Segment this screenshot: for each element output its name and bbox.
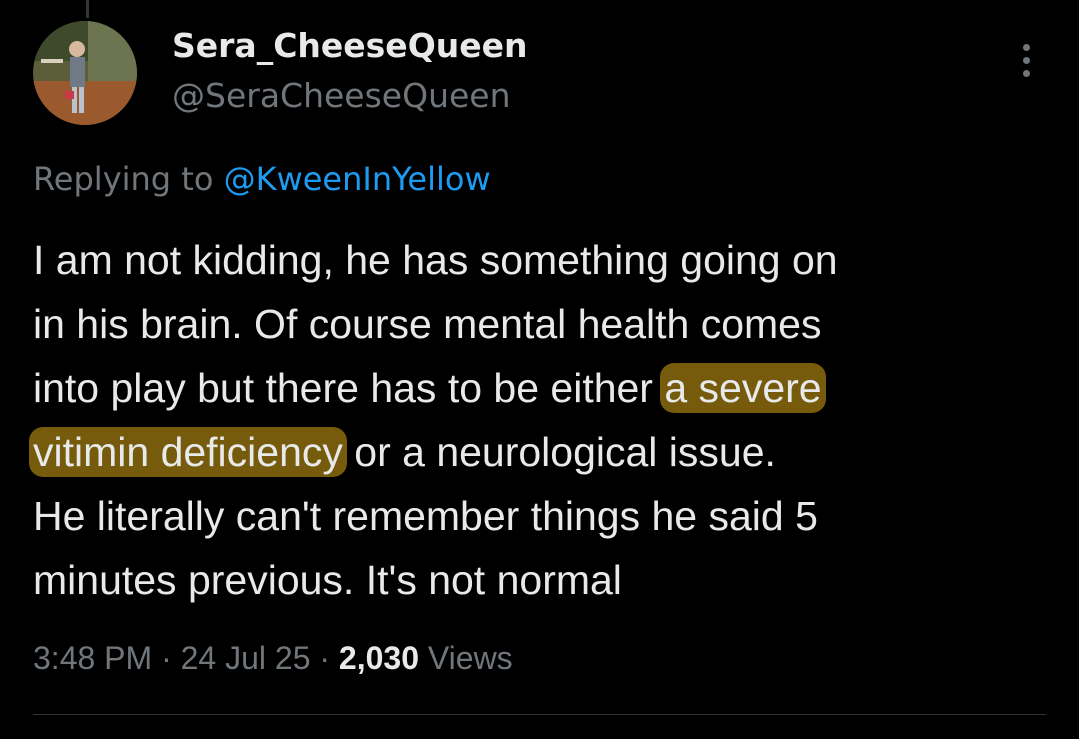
replying-prefix: Replying to xyxy=(33,160,224,198)
tweet-text-line: into play but there has to be either a s… xyxy=(33,356,1053,420)
divider xyxy=(33,714,1046,715)
dot xyxy=(1022,44,1030,51)
avatar-photo xyxy=(33,21,137,125)
views-count: 2,030 xyxy=(338,640,419,676)
tweet-text-line: vitimin deficiency or a neurological iss… xyxy=(29,420,1053,484)
tweet-text-line: in his brain. Of course mental health co… xyxy=(33,301,822,347)
replying-to: Replying to @KweenInYellow xyxy=(33,157,491,201)
meta-separator: · xyxy=(310,640,339,676)
dot xyxy=(1022,70,1030,77)
tweet-meta: 3:48 PM · 24 Jul 25 · 2,030 Views xyxy=(33,636,513,680)
author-name[interactable]: Sera_CheeseQueen xyxy=(172,24,528,68)
avatar[interactable] xyxy=(33,21,137,125)
tweet-text-line: He literally can't remember things he sa… xyxy=(33,493,818,539)
thread-connector-line xyxy=(86,0,89,18)
more-options-icon[interactable] xyxy=(1012,44,1040,86)
meta-separator: · xyxy=(152,640,181,676)
highlighted-text: vitimin deficiency xyxy=(29,427,347,477)
replying-to-mention-link[interactable]: @KweenInYellow xyxy=(224,160,491,198)
tweet-date[interactable]: 24 Jul 25 xyxy=(181,640,311,676)
tweet-text: I am not kidding, he has something going… xyxy=(29,228,1053,612)
tweet-text-line: I am not kidding, he has something going… xyxy=(33,237,838,283)
views-label: Views xyxy=(419,640,513,676)
author-handle[interactable]: @SeraCheeseQueen xyxy=(172,74,511,118)
tweet-time[interactable]: 3:48 PM xyxy=(33,640,152,676)
tweet-text-line: minutes previous. It's not normal xyxy=(33,557,622,603)
dot xyxy=(1022,57,1030,64)
highlighted-text: a severe xyxy=(660,363,826,413)
